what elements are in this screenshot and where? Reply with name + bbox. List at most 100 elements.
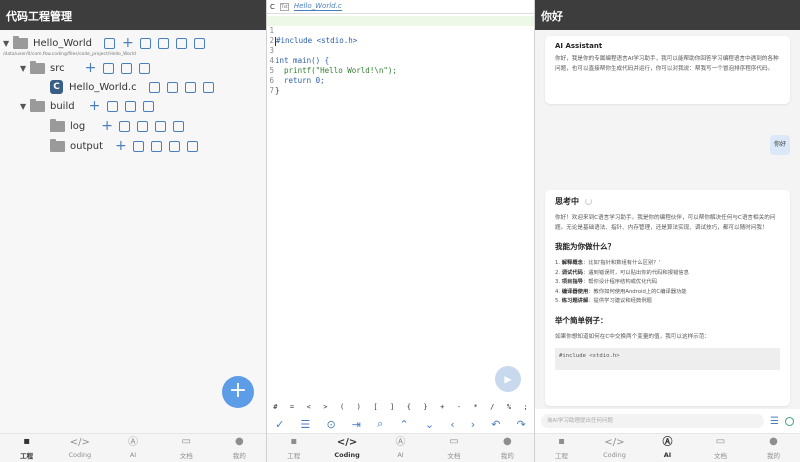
code-line[interactable]: 2 <box>267 26 534 45</box>
nav-item-project[interactable]: ▪ 工程 <box>0 434 53 462</box>
add-icon[interactable]: + <box>85 61 97 75</box>
delete-icon[interactable] <box>202 81 214 93</box>
list-icon[interactable]: ☰ <box>300 418 310 431</box>
export-icon[interactable] <box>184 81 196 93</box>
symbol-key[interactable]: + <box>440 403 444 411</box>
nav-item-project[interactable]: ▪ 工程 <box>535 434 588 462</box>
search-icon[interactable]: ⌕ <box>377 417 383 431</box>
text-file-icon[interactable]: Txt <box>279 2 289 11</box>
code-line[interactable]: 4 printf("Hello World!\n"); <box>267 46 534 75</box>
send-button[interactable] <box>785 416 794 426</box>
nav-item-project[interactable]: ▪ 工程 <box>267 434 320 462</box>
export-icon[interactable] <box>168 140 180 152</box>
edit-icon[interactable] <box>166 81 178 93</box>
copy-icon[interactable] <box>148 81 160 93</box>
symbol-key[interactable]: < <box>307 403 311 411</box>
symbol-key[interactable]: % <box>507 403 511 411</box>
export-icon[interactable] <box>138 62 150 74</box>
add-icon[interactable]: + <box>101 119 113 133</box>
caret-down-icon[interactable]: ▼ <box>20 102 30 111</box>
symbol-key[interactable]: * <box>473 403 477 411</box>
tree-item-output[interactable]: output + <box>50 138 198 154</box>
add-icon[interactable]: + <box>115 139 127 153</box>
code-line[interactable]: 1 #include <stdio.h> <box>267 16 534 46</box>
nav-label: 工程 <box>287 452 301 460</box>
caret-down-icon[interactable]: ▼ <box>20 64 30 73</box>
new-folder-icon[interactable] <box>120 62 132 74</box>
export-icon[interactable] <box>142 100 154 112</box>
tree-item-build[interactable]: ▼ build + <box>20 98 154 114</box>
new-file-icon[interactable] <box>102 62 114 74</box>
capability-list: 1. 解释概念：比如'指针和数组有什么区别？' 2. 调试代码：遇到错误时，可以… <box>555 259 780 307</box>
nav-item-docs[interactable]: ▭ 文档 <box>694 434 747 462</box>
nav-item-me[interactable]: ● 我的 <box>481 434 534 462</box>
add-project-button[interactable]: + <box>222 376 254 408</box>
symbol-key[interactable]: ) <box>357 403 361 411</box>
delete-icon[interactable] <box>186 140 198 152</box>
new-folder-icon[interactable] <box>124 100 136 112</box>
caret-down-icon[interactable]: ▼ <box>3 39 13 48</box>
new-folder-icon[interactable] <box>158 37 170 49</box>
tab-hello-world[interactable]: Hello_World.c <box>293 2 342 11</box>
code-editor[interactable]: 1 #include <stdio.h> 2 3 int main() { 4 … <box>267 14 534 400</box>
bottom-nav: ▪ 工程 </> Coding Ⓐ AI ▭ 文档 ● 我的 <box>0 433 266 462</box>
chevron-right-icon[interactable]: › <box>471 418 475 431</box>
new-file-icon[interactable] <box>106 100 118 112</box>
symbol-key[interactable]: - <box>457 403 461 411</box>
symbol-key[interactable]: = <box>290 403 294 411</box>
nav-item-coding[interactable]: </> Coding <box>588 434 641 462</box>
code-line[interactable]: 3 int main() { <box>267 36 534 65</box>
symbol-key[interactable]: ( <box>340 403 344 411</box>
symbol-key[interactable]: > <box>323 403 327 411</box>
add-icon[interactable]: + <box>122 36 134 50</box>
tree-item-root[interactable]: ▼ Hello_World + <box>3 35 206 51</box>
edit-icon[interactable] <box>150 140 162 152</box>
symbol-key[interactable]: ] <box>390 403 394 411</box>
symbol-key[interactable]: / <box>490 403 494 411</box>
delete-icon[interactable] <box>173 120 185 132</box>
chevron-down-icon[interactable]: ⌄ <box>425 418 434 431</box>
code-line[interactable]: 6 } <box>267 66 534 95</box>
nav-item-ai[interactable]: Ⓐ AI <box>106 434 159 462</box>
symbol-key[interactable]: { <box>407 403 411 411</box>
nav-item-coding[interactable]: </> Coding <box>53 434 106 462</box>
new-file-icon[interactable] <box>119 120 131 132</box>
symbol-key[interactable]: [ <box>373 403 377 411</box>
edit-icon[interactable] <box>137 120 149 132</box>
nav-item-docs[interactable]: ▭ 文档 <box>160 434 213 462</box>
symbol-key[interactable]: } <box>423 403 427 411</box>
nav-item-coding[interactable]: </> Coding <box>320 434 373 462</box>
folder-icon <box>13 35 28 49</box>
open-folder-icon[interactable] <box>104 37 116 49</box>
run-button[interactable]: ▶ <box>495 366 521 392</box>
nav-item-ai[interactable]: Ⓐ AI <box>641 434 694 462</box>
new-file-icon[interactable] <box>140 37 152 49</box>
chevron-left-icon[interactable]: ‹ <box>450 418 454 431</box>
check-icon[interactable]: ✓ <box>275 418 284 431</box>
nav-item-me[interactable]: ● 我的 <box>213 434 266 462</box>
export-icon[interactable] <box>155 120 167 132</box>
delete-icon[interactable] <box>194 37 206 49</box>
export-icon[interactable] <box>176 37 188 49</box>
new-file-icon[interactable] <box>132 140 144 152</box>
project-path: /data/user/0/com.fkw.coding/files/code_p… <box>3 52 136 57</box>
redo-icon[interactable]: ↷ <box>517 418 526 431</box>
nav-item-me[interactable]: ● 我的 <box>747 434 800 462</box>
editor-tab-bar: C Txt Hello_World.c <box>267 0 534 14</box>
symbol-key[interactable]: # <box>273 403 277 411</box>
target-icon[interactable]: ⊙ <box>326 418 335 431</box>
tree-item-log[interactable]: log + <box>50 118 185 134</box>
add-icon[interactable]: + <box>89 99 101 113</box>
tree-item-file[interactable]: C Hello_World.c <box>50 79 214 95</box>
indent-icon[interactable]: ⇥ <box>352 418 361 431</box>
undo-icon[interactable]: ↶ <box>491 418 500 431</box>
tree-item-src[interactable]: ▼ src + <box>20 60 150 76</box>
nav-item-ai[interactable]: Ⓐ AI <box>374 434 427 462</box>
chat-input[interactable]: 询AI学习助理提出任何问题 <box>541 414 765 428</box>
code-line[interactable]: 7 <box>267 76 534 95</box>
menu-icon[interactable]: ☰ <box>770 416 779 427</box>
chevron-up-icon[interactable]: ⌃ <box>399 418 408 431</box>
symbol-key[interactable]: ; <box>524 403 528 411</box>
code-line[interactable]: 5 return 0; <box>267 56 534 85</box>
nav-item-docs[interactable]: ▭ 文档 <box>427 434 480 462</box>
